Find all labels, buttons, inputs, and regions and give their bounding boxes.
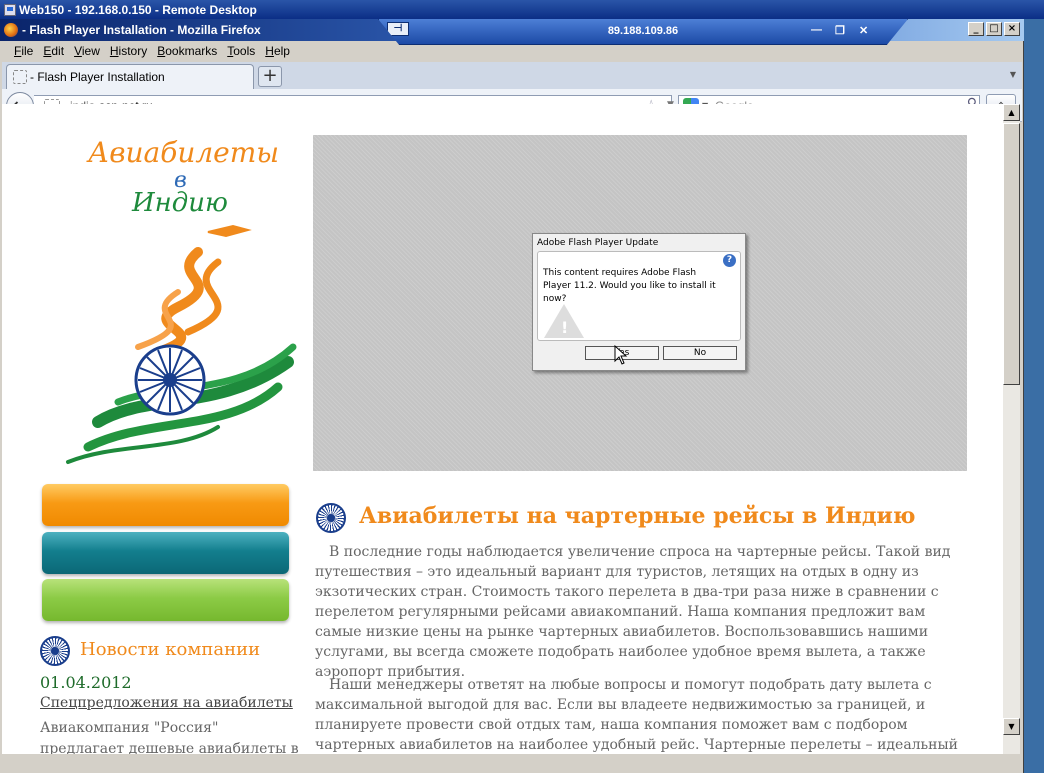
connection-address: 89.188.109.86 bbox=[607, 25, 679, 37]
article-title: Авиабилеты на чартерные рейсы в Индию bbox=[359, 503, 916, 529]
dialog-message: This content requires Adobe Flash Player… bbox=[543, 268, 716, 304]
logo-text-line1: Авиабилеты bbox=[88, 136, 280, 169]
rd-minimize-icon[interactable]: — bbox=[811, 24, 822, 36]
chakra-icon bbox=[316, 503, 346, 533]
page-favicon-icon bbox=[13, 70, 27, 84]
sidebar-button-green[interactable] bbox=[42, 579, 289, 621]
remote-desktop-icon bbox=[4, 3, 16, 16]
logo-text-line3: Индию bbox=[132, 188, 228, 218]
tab-list-icon[interactable]: ▼ bbox=[1010, 70, 1016, 79]
menu-edit[interactable]: Edit bbox=[39, 44, 70, 58]
window-title: - Flash Player Installation - Mozilla Fi… bbox=[22, 23, 261, 37]
chakra-icon bbox=[40, 636, 70, 666]
rd-close-icon[interactable]: ✕ bbox=[859, 24, 868, 37]
news-text: Авиакомпания "Россия" предлагает дешевые… bbox=[40, 720, 299, 754]
help-icon[interactable]: ? bbox=[723, 254, 736, 267]
mouse-cursor-icon bbox=[614, 345, 628, 365]
article-paragraph-2: Наши менеджеры ответят на любые вопросы … bbox=[315, 677, 958, 753]
news-heading: Новости компании bbox=[80, 639, 261, 660]
dialog-body: ? This content requires Adobe Flash Play… bbox=[537, 251, 741, 341]
india-flag-logo-art bbox=[66, 224, 297, 464]
remote-desktop-connection-bar: ⊣ 89.188.109.86 — ❐ ✕ bbox=[378, 19, 908, 45]
tab-flash-player-installation[interactable]: - Flash Player Installation bbox=[6, 64, 254, 89]
page-content: Авиабилеты в Индию Новости компании 01.0… bbox=[2, 104, 1003, 754]
news-date: 01.04.2012 bbox=[40, 673, 132, 692]
article-paragraph-1: В последние годы наблюдается увеличение … bbox=[315, 544, 951, 680]
maximize-button[interactable]: □ bbox=[986, 22, 1002, 36]
menu-view[interactable]: View bbox=[70, 44, 106, 58]
no-button[interactable]: No bbox=[663, 346, 737, 360]
tab-strip: - Flash Player Installation + ▼ bbox=[2, 62, 1022, 89]
news-link[interactable]: Спецпредложения на авиабилеты bbox=[40, 695, 293, 711]
minimize-button[interactable]: _ bbox=[968, 22, 984, 36]
menu-help[interactable]: Help bbox=[261, 44, 296, 58]
scroll-up-icon[interactable]: ▲ bbox=[1003, 104, 1020, 121]
tab-label: - Flash Player Installation bbox=[30, 70, 165, 84]
rd-restore-icon[interactable]: ❐ bbox=[835, 24, 845, 37]
dialog-title: Adobe Flash Player Update bbox=[537, 238, 659, 248]
new-tab-button[interactable]: + bbox=[258, 66, 282, 87]
firefox-icon bbox=[4, 23, 18, 37]
remote-desktop-title: Web150 - 192.168.0.150 - Remote Desktop bbox=[19, 2, 257, 17]
flash-update-dialog: Adobe Flash Player Update ? This content… bbox=[532, 233, 746, 371]
close-button[interactable]: × bbox=[1004, 22, 1020, 36]
menu-history[interactable]: History bbox=[106, 44, 153, 58]
flash-content-area[interactable]: Adobe Flash Player Update ? This content… bbox=[313, 135, 967, 471]
sidebar-button-orange[interactable] bbox=[42, 484, 289, 526]
scroll-down-icon[interactable]: ▼ bbox=[1003, 718, 1020, 735]
menu-bookmarks[interactable]: Bookmarks bbox=[153, 44, 223, 58]
sidebar-button-teal[interactable] bbox=[42, 532, 289, 574]
menu-tools[interactable]: Tools bbox=[223, 44, 261, 58]
remote-desktop-titlebar: Web150 - 192.168.0.150 - Remote Desktop bbox=[0, 0, 1044, 19]
menu-file[interactable]: File bbox=[10, 44, 39, 58]
scrollbar-thumb[interactable] bbox=[1003, 123, 1020, 385]
vertical-scrollbar[interactable]: ▲ ▼ bbox=[1003, 104, 1020, 754]
